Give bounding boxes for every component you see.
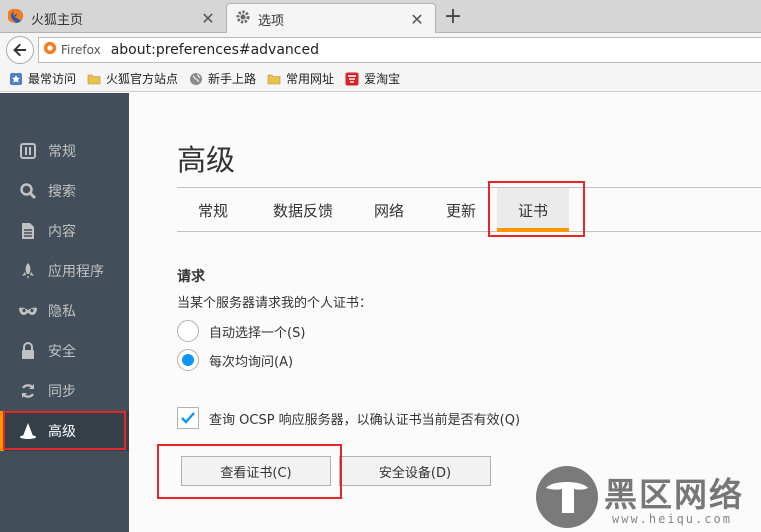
identity-label: Firefox [61, 42, 101, 57]
requests-heading: 请求 [177, 269, 205, 285]
radio-select-automatically[interactable]: 自动选择一个(S) [177, 319, 305, 343]
category-applications[interactable]: 应用程序 [0, 251, 129, 291]
category-search[interactable]: 搜索 [0, 171, 129, 211]
taobao-icon [345, 72, 359, 86]
tab-title: 火狐主页 [31, 12, 84, 28]
requests-description: 当某个服务器请求我的个人证书： [177, 296, 373, 311]
radio-label: 每次均询问(A) [209, 354, 294, 370]
radio-button[interactable] [177, 349, 199, 371]
security-devices-button[interactable]: 安全设备(D) [339, 456, 491, 486]
bookmark-taobao[interactable]: 爱淘宝 [345, 70, 400, 87]
content-icon [18, 221, 38, 241]
back-button[interactable] [6, 35, 34, 64]
globe-icon [189, 72, 203, 86]
checkmark-icon [181, 412, 195, 424]
gear-icon [235, 9, 251, 29]
ocsp-checkbox-row[interactable]: 查询 OCSP 响应服务器，以确认证书当前是否有效(Q) [177, 406, 520, 430]
category-content[interactable]: 内容 [0, 211, 129, 251]
category-label: 安全 [48, 344, 76, 360]
tab-firefox-home[interactable]: 火狐主页 ✕ [0, 3, 226, 33]
folder-icon [267, 72, 281, 86]
bookmarks-bar: 最常访问 火狐官方站点 新手上路 常用网址 爱淘宝 [0, 66, 761, 92]
category-label: 内容 [48, 224, 76, 240]
bookmark-label: 火狐官方站点 [106, 72, 179, 86]
category-label: 搜索 [48, 184, 76, 200]
category-label: 应用程序 [48, 264, 104, 280]
firefox-icon [6, 8, 24, 28]
view-certificates-button[interactable]: 查看证书(C) [181, 456, 331, 486]
back-arrow-icon [13, 43, 26, 56]
bookmark-firefox-official[interactable]: 火狐官方站点 [87, 70, 178, 87]
category-label: 同步 [48, 384, 76, 400]
mask-icon [18, 301, 38, 321]
site-watermark: 黑区网络 www.heiqu.com [528, 462, 761, 532]
preferences-sidebar: 常规 搜索 内容 应用程序 隐私 安全 同步 高级 [0, 93, 129, 532]
bookmark-label: 最常访问 [28, 72, 77, 86]
category-privacy[interactable]: 隐私 [0, 291, 129, 331]
bookmark-common-sites[interactable]: 常用网址 [267, 70, 334, 87]
tab-title: 选项 [258, 13, 285, 29]
url-bar[interactable]: Firefox about:preferences#advanced [38, 36, 761, 63]
sync-icon [18, 381, 38, 401]
category-sync[interactable]: 同步 [0, 371, 129, 411]
ocsp-checkbox[interactable] [177, 407, 199, 429]
category-advanced[interactable]: 高级 [0, 411, 129, 451]
bookmark-label: 爱淘宝 [364, 72, 401, 86]
radio-label: 自动选择一个(S) [209, 325, 306, 341]
category-label: 常规 [48, 144, 76, 160]
lock-icon [18, 341, 38, 361]
page-title: 高级 [177, 143, 236, 177]
bookmark-getting-started[interactable]: 新手上路 [189, 70, 256, 87]
new-tab-button[interactable]: + [440, 4, 466, 30]
folder-icon [87, 72, 101, 86]
watermark-text: 黑区网络 [604, 475, 744, 514]
ocsp-label: 查询 OCSP 响应服务器，以确认证书当前是否有效(Q) [209, 412, 521, 428]
radio-ask-every-time[interactable]: 每次均询问(A) [177, 348, 293, 372]
tab-update[interactable]: 更新 [427, 188, 495, 232]
radio-button[interactable] [177, 320, 199, 342]
rocket-icon [18, 261, 38, 281]
wizard-hat-icon [18, 421, 38, 441]
advanced-tabs: 常规 数据反馈 网络 更新 证书 [177, 187, 761, 232]
category-security[interactable]: 安全 [0, 331, 129, 371]
url-text[interactable]: about:preferences#advanced [111, 42, 319, 58]
tab-certificates[interactable]: 证书 [497, 188, 569, 232]
firefox-icon [43, 41, 57, 59]
bookmark-label: 新手上路 [208, 72, 257, 86]
close-tab-icon[interactable]: ✕ [198, 9, 218, 28]
watermark-logo-icon [536, 466, 598, 528]
tab-strip: 火狐主页 ✕ 选项 ✕ + [0, 0, 761, 34]
tab-network[interactable]: 网络 [357, 188, 421, 232]
tab-options[interactable]: 选项 ✕ [226, 3, 436, 34]
bookmark-most-visited[interactable]: 最常访问 [9, 70, 76, 87]
bookmark-label: 常用网址 [286, 72, 335, 86]
category-general[interactable]: 常规 [0, 131, 129, 171]
navigation-bar: Firefox about:preferences#advanced [0, 33, 761, 66]
watermark-url: www.heiqu.com [612, 512, 732, 526]
bookmark-star-icon [9, 72, 23, 86]
category-label: 隐私 [48, 304, 76, 320]
tab-general[interactable]: 常规 [177, 188, 249, 232]
radio-selected-dot [182, 354, 194, 366]
category-label: 高级 [48, 424, 76, 440]
search-icon [18, 181, 38, 201]
tab-data-choices[interactable]: 数据反馈 [253, 188, 353, 232]
general-icon [18, 141, 38, 161]
close-tab-icon[interactable]: ✕ [407, 10, 427, 29]
